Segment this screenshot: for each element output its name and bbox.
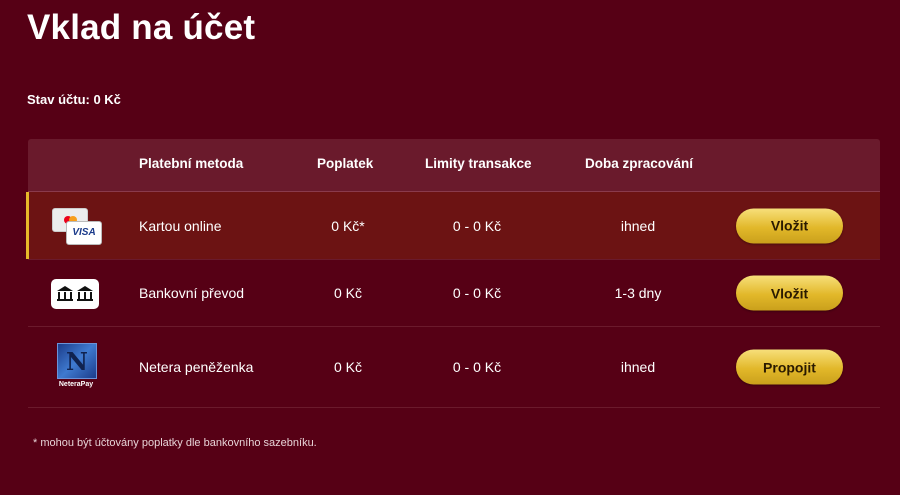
method-name: Kartou online (139, 217, 222, 234)
method-limits: 0 - 0 Kč (452, 217, 502, 234)
header-method: Platební metoda (139, 156, 244, 171)
method-name: Netera peněženka (139, 359, 254, 375)
method-limits: 0 - 0 Kč (452, 359, 502, 375)
method-time: ihned (620, 359, 656, 375)
netera-icon: N NeteraPay (48, 343, 103, 388)
header-fee: Poplatek (317, 156, 374, 171)
netera-logo-text: NeteraPay (58, 381, 94, 388)
connect-netera-button[interactable]: Propojit (736, 349, 843, 385)
method-fee: 0 Kč* (331, 217, 365, 234)
deposit-bank-button[interactable]: Vložit (736, 275, 843, 311)
payment-methods-table: Platební metoda Poplatek Limity transakc… (26, 139, 880, 408)
bank-icon (48, 273, 103, 313)
page-title: Vklad na účet (27, 8, 256, 47)
account-balance: Stav účtu: 0 Kč (27, 92, 121, 107)
netera-logo-letter: N (57, 343, 97, 379)
method-time: 1-3 dny (614, 285, 662, 301)
header-limits: Limity transakce (425, 156, 532, 171)
table-row: N NeteraPay Netera peněženka 0 Kč 0 - 0 … (28, 327, 880, 408)
table-row: VISA Kartou online 0 Kč* 0 - 0 Kč ihned … (26, 192, 880, 260)
header-time: Doba zpracování (585, 156, 694, 171)
method-name: Bankovní převod (139, 285, 245, 301)
visa-icon: VISA (66, 220, 102, 245)
deposit-card-button[interactable]: Vložit (736, 208, 843, 243)
method-time: ihned (620, 217, 656, 234)
table-row: Bankovní převod 0 Kč 0 - 0 Kč 1-3 dny Vl… (28, 260, 880, 327)
method-fee: 0 Kč (333, 359, 362, 375)
table-header: Platební metoda Poplatek Limity transakc… (28, 139, 880, 192)
method-fee: 0 Kč (333, 285, 362, 301)
method-limits: 0 - 0 Kč (452, 285, 502, 301)
card-icon: VISA (48, 206, 103, 246)
fee-footnote: * mohou být účtovány poplatky dle bankov… (33, 437, 317, 449)
